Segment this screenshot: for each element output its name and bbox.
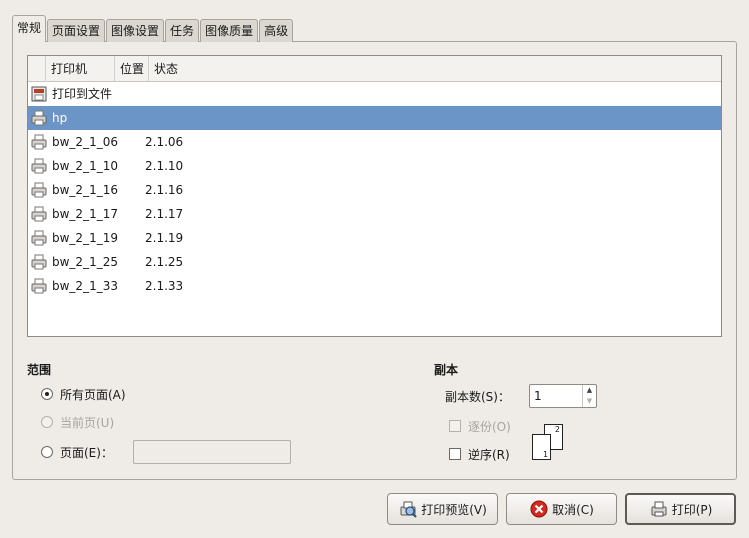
copies-title: 副本	[434, 363, 459, 377]
reverse-checkbox[interactable]	[449, 448, 461, 460]
collate-checkbox	[449, 420, 461, 432]
print-to-file-icon	[31, 86, 47, 102]
cancel-label: 取消(C)	[552, 502, 594, 517]
print-preview-icon	[400, 501, 417, 518]
reverse-check-row[interactable]: 逆序(R)	[449, 445, 510, 463]
column-header-printer[interactable]: 打印机	[46, 56, 115, 82]
printer-row[interactable]: bw_2_1_19 2.1.19	[28, 226, 721, 250]
page-1-sheet: 1	[532, 434, 551, 460]
printer-row[interactable]: bw_2_1_33 2.1.33	[28, 274, 721, 298]
printer-icon	[31, 206, 47, 222]
printer-icon	[31, 134, 47, 150]
all-pages-radio-row[interactable]: 所有页面(A)	[41, 385, 126, 403]
current-page-radio-row: 当前页(U)	[41, 413, 114, 431]
printer-row[interactable]: bw_2_1_06 2.1.06	[28, 130, 721, 154]
printer-name: bw_2_1_17	[52, 207, 118, 221]
copies-value[interactable]: 1	[534, 389, 542, 403]
tab-job[interactable]: 任务	[165, 19, 200, 42]
print-button[interactable]: 打印(P)	[625, 493, 736, 525]
printer-location: 2.1.10	[145, 159, 184, 173]
printer-name: bw_2_1_25	[52, 255, 118, 269]
tab-bar: 常规 页面设置 图像设置 任务 图像质量 高级	[12, 15, 294, 42]
printer-icon	[31, 278, 47, 294]
printer-name: 打印到文件	[52, 87, 113, 101]
printer-location: 2.1.33	[145, 279, 184, 293]
printer-name: bw_2_1_19	[52, 231, 118, 245]
spin-arrows: ▲ ▼	[582, 385, 596, 407]
copies-spinbox[interactable]: 1 ▲ ▼	[529, 384, 597, 408]
spin-up-icon[interactable]: ▲	[583, 385, 596, 396]
tab-image-settings[interactable]: 图像设置	[106, 19, 165, 42]
spin-down-icon: ▼	[586, 397, 593, 405]
range-title: 范围	[27, 363, 52, 377]
tab-page-setup[interactable]: 页面设置	[47, 19, 106, 42]
printer-name: bw_2_1_10	[52, 159, 118, 173]
all-pages-label: 所有页面(A)	[60, 387, 126, 402]
tab-image-quality[interactable]: 图像质量	[200, 19, 259, 42]
all-pages-radio[interactable]	[41, 388, 53, 400]
column-header-status[interactable]: 状态	[149, 56, 721, 82]
printer-location: 2.1.16	[145, 183, 184, 197]
pages-label: 页面(E)：	[60, 445, 113, 460]
tab-advanced[interactable]: 高级	[259, 19, 294, 42]
printer-icon	[31, 110, 47, 126]
printer-row[interactable]: bw_2_1_25 2.1.25	[28, 250, 721, 274]
collate-check-row: 逐份(O)	[449, 417, 511, 435]
printer-icon	[31, 158, 47, 174]
printer-row[interactable]: bw_2_1_16 2.1.16	[28, 178, 721, 202]
page-2-number: 2	[554, 425, 560, 434]
printer-icon	[31, 182, 47, 198]
pages-radio-row[interactable]: 页面(E)：	[41, 443, 113, 461]
pages-range-input	[133, 440, 291, 464]
printer-location: 2.1.19	[145, 231, 184, 245]
page-1-number: 1	[543, 450, 549, 459]
printer-list[interactable]: 打印机 位置 状态 打印到文件 hp bw_2_1_06 2.1.06 bw_2_1_1…	[27, 55, 722, 337]
printer-icon	[31, 254, 47, 270]
current-page-label: 当前页(U)	[60, 415, 115, 430]
column-header-location[interactable]: 位置	[115, 56, 149, 82]
printer-name: bw_2_1_06	[52, 135, 118, 149]
cancel-icon	[530, 500, 548, 518]
printer-location: 2.1.17	[145, 207, 184, 221]
current-page-radio	[41, 416, 53, 428]
printer-icon	[31, 230, 47, 246]
print-preview-label: 打印预览(V)	[421, 502, 487, 517]
printer-icon	[651, 501, 667, 517]
printer-row[interactable]: 打印到文件	[28, 82, 721, 106]
cancel-button[interactable]: 取消(C)	[506, 493, 617, 525]
printer-row[interactable]: bw_2_1_10 2.1.10	[28, 154, 721, 178]
print-preview-button[interactable]: 打印预览(V)	[387, 493, 498, 525]
pages-radio[interactable]	[41, 446, 53, 458]
printer-location: 2.1.06	[145, 135, 184, 149]
printer-name: bw_2_1_16	[52, 183, 118, 197]
tab-general[interactable]: 常规	[12, 15, 47, 42]
print-label: 打印(P)	[671, 502, 713, 517]
printer-name: bw_2_1_33	[52, 279, 118, 293]
printer-name: hp	[52, 111, 68, 125]
collate-label: 逐份(O)	[468, 419, 511, 434]
printer-row[interactable]: bw_2_1_17 2.1.17	[28, 202, 721, 226]
header-icon-column	[28, 56, 46, 82]
list-header: 打印机 位置 状态	[28, 56, 721, 82]
collate-preview-icon: 2 1	[532, 424, 566, 462]
reverse-label: 逆序(R)	[468, 447, 510, 462]
copies-count-label: 副本数(S)：	[445, 390, 510, 404]
printer-row[interactable]: hp	[28, 106, 721, 130]
printer-location: 2.1.25	[145, 255, 184, 269]
